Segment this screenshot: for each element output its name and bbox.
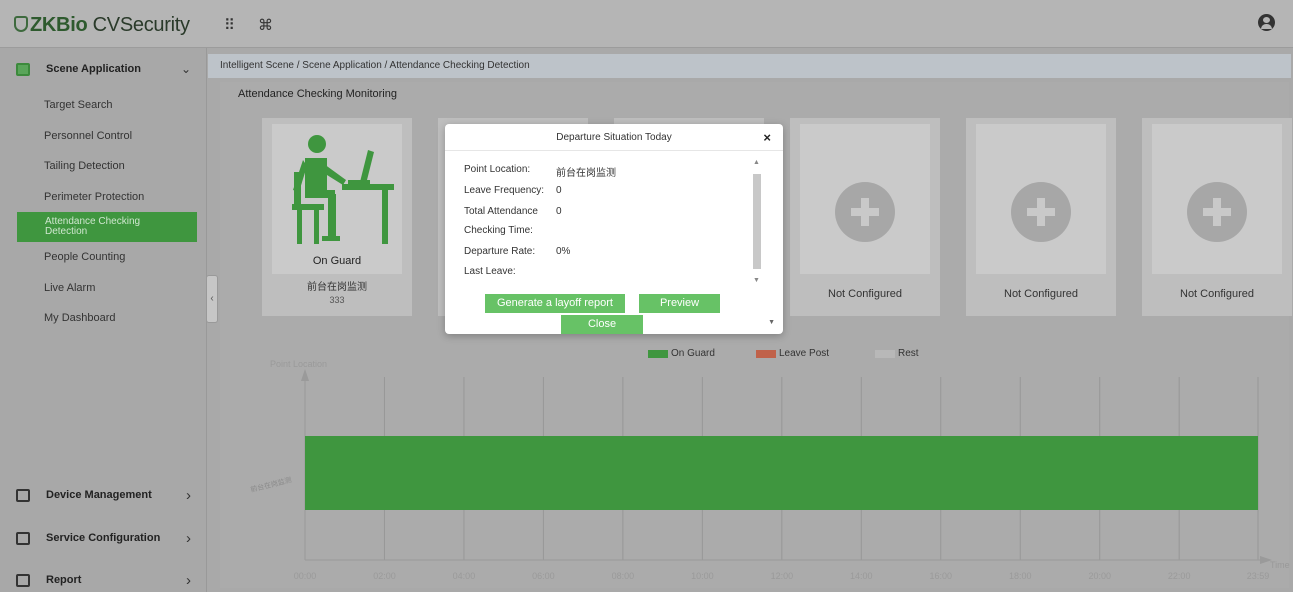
x-tick-label: 22:00 [1167, 571, 1191, 581]
desk-worker-icon [292, 135, 394, 244]
x-tick-label: 10:00 [691, 571, 714, 581]
dialog-title: Departure Situation Today [445, 124, 783, 151]
x-tick-label: 12:00 [770, 571, 794, 581]
close-icon[interactable]: × [763, 130, 771, 145]
legend-swatch [648, 349, 668, 358]
add-icon[interactable] [835, 182, 895, 242]
x-tick-label: 02:00 [373, 571, 396, 581]
chevron-down-icon: ▼ [768, 319, 775, 326]
legend-swatch [756, 349, 776, 358]
dialog-scrollbar[interactable]: ▲ ▼ [751, 159, 763, 289]
x-tick-label: 18:00 [1008, 571, 1032, 581]
sidebar-item-personnel-control[interactable]: Personnel Control [44, 130, 132, 142]
close-button[interactable]: Close [561, 315, 643, 334]
user-account-icon[interactable] [1258, 14, 1275, 31]
x-tick-label: 14:00 [850, 571, 873, 581]
x-tick-label: 08:00 [611, 571, 635, 581]
timeline-bar-on-guard [305, 436, 1258, 510]
monitor-card-not-configured[interactable]: Not Configured [966, 118, 1116, 316]
sidebar-item-tailing-detection[interactable]: Tailing Detection [44, 160, 125, 172]
card-image [272, 124, 402, 274]
monitor-card-not-configured[interactable]: Not Configured [1142, 118, 1292, 316]
sidebar-item-perimeter-protection[interactable]: Perimeter Protection [44, 191, 144, 203]
device-management-icon [16, 488, 30, 502]
menu-device-management[interactable]: Device Management › [0, 476, 207, 514]
x-tick-label: 06:00 [532, 571, 555, 581]
legend-leave-post[interactable]: Leave Post [756, 348, 829, 359]
scroll-up-icon[interactable]: ▲ [753, 159, 760, 166]
not-configured-label: Not Configured [1004, 288, 1078, 300]
x-tick-label: 20:00 [1088, 571, 1111, 581]
card-code: 333 [329, 295, 345, 305]
x-tick-label: 23:59 [1246, 571, 1270, 581]
scene-application-icon [16, 62, 30, 76]
x-axis-label: Time [1270, 560, 1290, 570]
departure-rate-label: Departure Rate: [464, 246, 536, 257]
checking-time-label: Checking Time: [464, 225, 533, 236]
sidebar-item-attendance-checking-detection[interactable]: Attendance Checking Detection [17, 212, 197, 242]
departure-situation-dialog: Departure Situation Today × Point Locati… [445, 124, 783, 334]
add-icon[interactable] [1187, 182, 1247, 242]
not-configured-label: Not Configured [828, 288, 902, 300]
guard-status: On Guard [312, 255, 362, 267]
add-icon[interactable] [1011, 182, 1071, 242]
app-logo[interactable]: ZKBio CVSecurity [14, 14, 190, 37]
scroll-thumb[interactable] [753, 174, 761, 269]
x-tick-label: 00:00 [293, 571, 317, 581]
chevron-down-icon: ⌄ [180, 62, 191, 76]
card-name: 前台在岗监测 [307, 282, 367, 293]
departure-rate-value: 0% [556, 246, 571, 257]
y-axis-arrow-icon [301, 369, 309, 381]
last-leave-label: Last Leave: [464, 266, 516, 277]
breadcrumb: Intelligent Scene / Scene Application / … [208, 54, 1291, 78]
total-attendance-label: Total Attendance [464, 206, 538, 217]
legend-on-guard[interactable]: On Guard [648, 348, 715, 359]
total-attendance-value: 0 [556, 206, 562, 217]
apps-grid-icon[interactable]: ⠿ [224, 16, 235, 34]
not-configured-label: Not Configured [1180, 288, 1254, 300]
chevron-right-icon: › [186, 529, 191, 547]
menu-scene-application[interactable]: Scene Application ⌄ [0, 50, 207, 88]
leave-frequency-label: Leave Frequency: [464, 185, 545, 196]
sidebar-item-my-dashboard[interactable]: My Dashboard [44, 312, 116, 324]
point-location-value: 前台在岗监测 [556, 168, 616, 179]
sidebar-item-live-alarm[interactable]: Live Alarm [44, 282, 95, 294]
chevron-right-icon: › [186, 486, 191, 504]
x-tick-label: 16:00 [929, 571, 953, 581]
menu-service-configuration[interactable]: Service Configuration › [0, 519, 207, 557]
page-title: Attendance Checking Monitoring [238, 88, 397, 100]
bar-category-label: 前台在岗监测 [249, 477, 293, 494]
point-location-label: Point Location: [464, 164, 531, 175]
scroll-down-icon[interactable]: ▼ [753, 277, 760, 284]
sidebar: Scene Application ⌄ Target Search Person… [0, 48, 207, 592]
y-axis-label: Point Location [270, 359, 328, 369]
sidebar-item-people-counting[interactable]: People Counting [44, 251, 125, 263]
preview-button[interactable]: Preview [639, 294, 720, 313]
x-tick-label: 04:00 [452, 571, 476, 581]
menu-report[interactable]: Report › [0, 561, 207, 592]
service-configuration-icon [16, 531, 30, 545]
command-icon[interactable]: ⌘ [258, 16, 273, 34]
monitor-card-configured[interactable]: On Guard 前台在岗监测 333 [262, 118, 412, 316]
top-bar: ZKBio CVSecurity ⠿ ⌘ [0, 0, 1293, 48]
chevron-right-icon: › [186, 571, 191, 589]
shield-logo-icon [14, 16, 28, 32]
monitor-card-not-configured[interactable]: Not Configured [790, 118, 940, 316]
sidebar-collapse-button[interactable]: ‹ [206, 275, 218, 323]
legend-swatch [875, 349, 895, 358]
generate-report-button[interactable]: Generate a layoff report [485, 294, 625, 313]
sidebar-item-target-search[interactable]: Target Search [44, 99, 112, 111]
report-icon [16, 573, 30, 587]
leave-frequency-value: 0 [556, 185, 562, 196]
legend-rest[interactable]: Rest [875, 348, 919, 359]
